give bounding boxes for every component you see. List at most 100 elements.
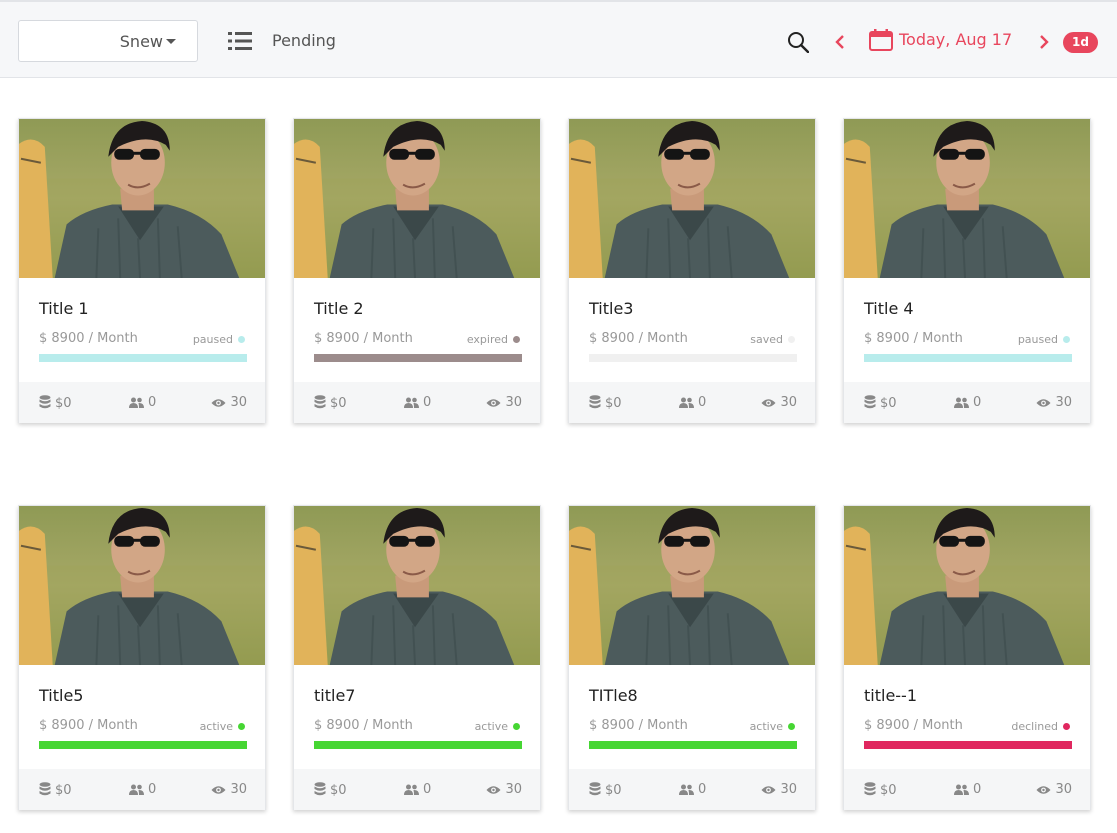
listing-photo <box>844 119 1090 278</box>
listing-card[interactable]: Title 4 $ 8900 / Month paused $0 0 30 <box>843 118 1091 423</box>
revenue-stat: $0 <box>314 782 347 798</box>
revenue-stat: $0 <box>39 782 72 798</box>
listing-title: TITle8 <box>589 686 638 705</box>
revenue-stat: $0 <box>314 395 347 411</box>
views-stat: 30 <box>1036 782 1072 797</box>
listing-photo <box>19 119 265 278</box>
listing-photo <box>294 506 540 665</box>
people-stat: 0 <box>129 395 156 410</box>
eye-icon <box>1036 786 1051 794</box>
views-value: 30 <box>780 782 797 797</box>
status-label: saved <box>750 333 783 346</box>
card-stats-footer: $0 0 30 <box>569 769 815 810</box>
database-icon <box>39 782 51 796</box>
people-value: 0 <box>973 782 982 797</box>
listing-title: title7 <box>314 686 356 705</box>
chevron-left-icon[interactable] <box>833 34 847 50</box>
status-indicator: active <box>475 720 520 733</box>
pending-filter-label[interactable]: Pending <box>272 31 336 50</box>
eye-icon <box>486 786 501 794</box>
database-icon <box>864 782 876 796</box>
listing-photo <box>19 506 265 665</box>
listing-card[interactable]: Title 2 $ 8900 / Month expired $0 0 30 <box>293 118 541 423</box>
revenue-value: $0 <box>55 396 72 411</box>
listing-price: $ 8900 / Month <box>314 331 413 346</box>
status-label: paused <box>1017 333 1058 346</box>
revenue-stat: $0 <box>589 395 622 411</box>
listing-photo <box>844 506 1090 665</box>
listing-price: $ 8900 / Month <box>589 331 688 346</box>
users-icon <box>129 784 144 795</box>
status-dot <box>238 336 245 343</box>
list-view-icon[interactable] <box>228 31 252 51</box>
sort-select[interactable]: Snew <box>18 20 198 62</box>
listing-title: Title5 <box>39 686 84 705</box>
eye-icon <box>486 399 501 407</box>
listing-title: title--1 <box>864 686 918 705</box>
eye-icon <box>211 399 226 407</box>
eye-icon <box>761 399 776 407</box>
card-stats-footer: $0 0 30 <box>19 382 265 423</box>
views-stat: 30 <box>1036 395 1072 410</box>
revenue-stat: $0 <box>864 395 897 411</box>
calendar-icon[interactable] <box>869 29 893 51</box>
listing-price: $ 8900 / Month <box>314 718 413 733</box>
range-badge[interactable]: 1d <box>1063 32 1098 53</box>
listing-price: $ 8900 / Month <box>39 718 138 733</box>
listing-price: $ 8900 / Month <box>864 331 963 346</box>
listing-card[interactable]: Title 1 $ 8900 / Month paused $0 0 30 <box>18 118 266 423</box>
listing-card[interactable]: title--1 $ 8900 / Month declined $0 0 30 <box>843 505 1091 810</box>
listing-card[interactable]: Title5 $ 8900 / Month active $0 0 30 <box>18 505 266 810</box>
database-icon <box>39 395 51 409</box>
listing-card[interactable]: Title3 $ 8900 / Month saved $0 0 30 <box>568 118 816 423</box>
people-value: 0 <box>698 782 707 797</box>
status-bar <box>314 741 522 749</box>
revenue-value: $0 <box>605 783 622 798</box>
chevron-right-icon[interactable] <box>1037 34 1051 50</box>
listing-photo <box>569 506 815 665</box>
users-icon <box>679 784 694 795</box>
database-icon <box>314 782 326 796</box>
card-stats-footer: $0 0 30 <box>844 769 1090 810</box>
users-icon <box>404 784 419 795</box>
search-icon[interactable] <box>787 31 809 53</box>
revenue-value: $0 <box>880 783 897 798</box>
card-stats-footer: $0 0 30 <box>294 382 540 423</box>
views-value: 30 <box>230 395 247 410</box>
views-value: 30 <box>230 782 247 797</box>
status-bar <box>589 741 797 749</box>
card-stats-footer: $0 0 30 <box>844 382 1090 423</box>
listing-title: Title 4 <box>864 299 914 318</box>
status-bar <box>314 354 522 362</box>
users-icon <box>404 397 419 408</box>
status-label: active <box>199 720 233 733</box>
views-value: 30 <box>505 395 522 410</box>
status-label: paused <box>192 333 233 346</box>
listing-card[interactable]: title7 $ 8900 / Month active $0 0 30 <box>293 505 541 810</box>
top-toolbar: Snew Pending Today, Aug 17 1d <box>0 0 1117 78</box>
status-bar <box>589 354 797 362</box>
listing-photo <box>294 119 540 278</box>
people-stat: 0 <box>679 395 706 410</box>
date-label[interactable]: Today, Aug 17 <box>899 30 1012 49</box>
status-label: active <box>749 720 783 733</box>
views-stat: 30 <box>761 782 797 797</box>
people-value: 0 <box>973 395 982 410</box>
status-dot <box>1063 336 1070 343</box>
revenue-value: $0 <box>880 396 897 411</box>
views-stat: 30 <box>761 395 797 410</box>
views-stat: 30 <box>486 782 522 797</box>
revenue-value: $0 <box>330 396 347 411</box>
listing-price: $ 8900 / Month <box>39 331 138 346</box>
listing-card[interactable]: TITle8 $ 8900 / Month active $0 0 30 <box>568 505 816 810</box>
people-stat: 0 <box>679 782 706 797</box>
card-stats-footer: $0 0 30 <box>19 769 265 810</box>
users-icon <box>954 397 969 408</box>
status-dot <box>238 723 245 730</box>
status-indicator: expired <box>467 333 520 346</box>
listing-title: Title 2 <box>314 299 364 318</box>
status-indicator: saved <box>750 333 795 346</box>
eye-icon <box>211 786 226 794</box>
listing-photo <box>569 119 815 278</box>
eye-icon <box>761 786 776 794</box>
